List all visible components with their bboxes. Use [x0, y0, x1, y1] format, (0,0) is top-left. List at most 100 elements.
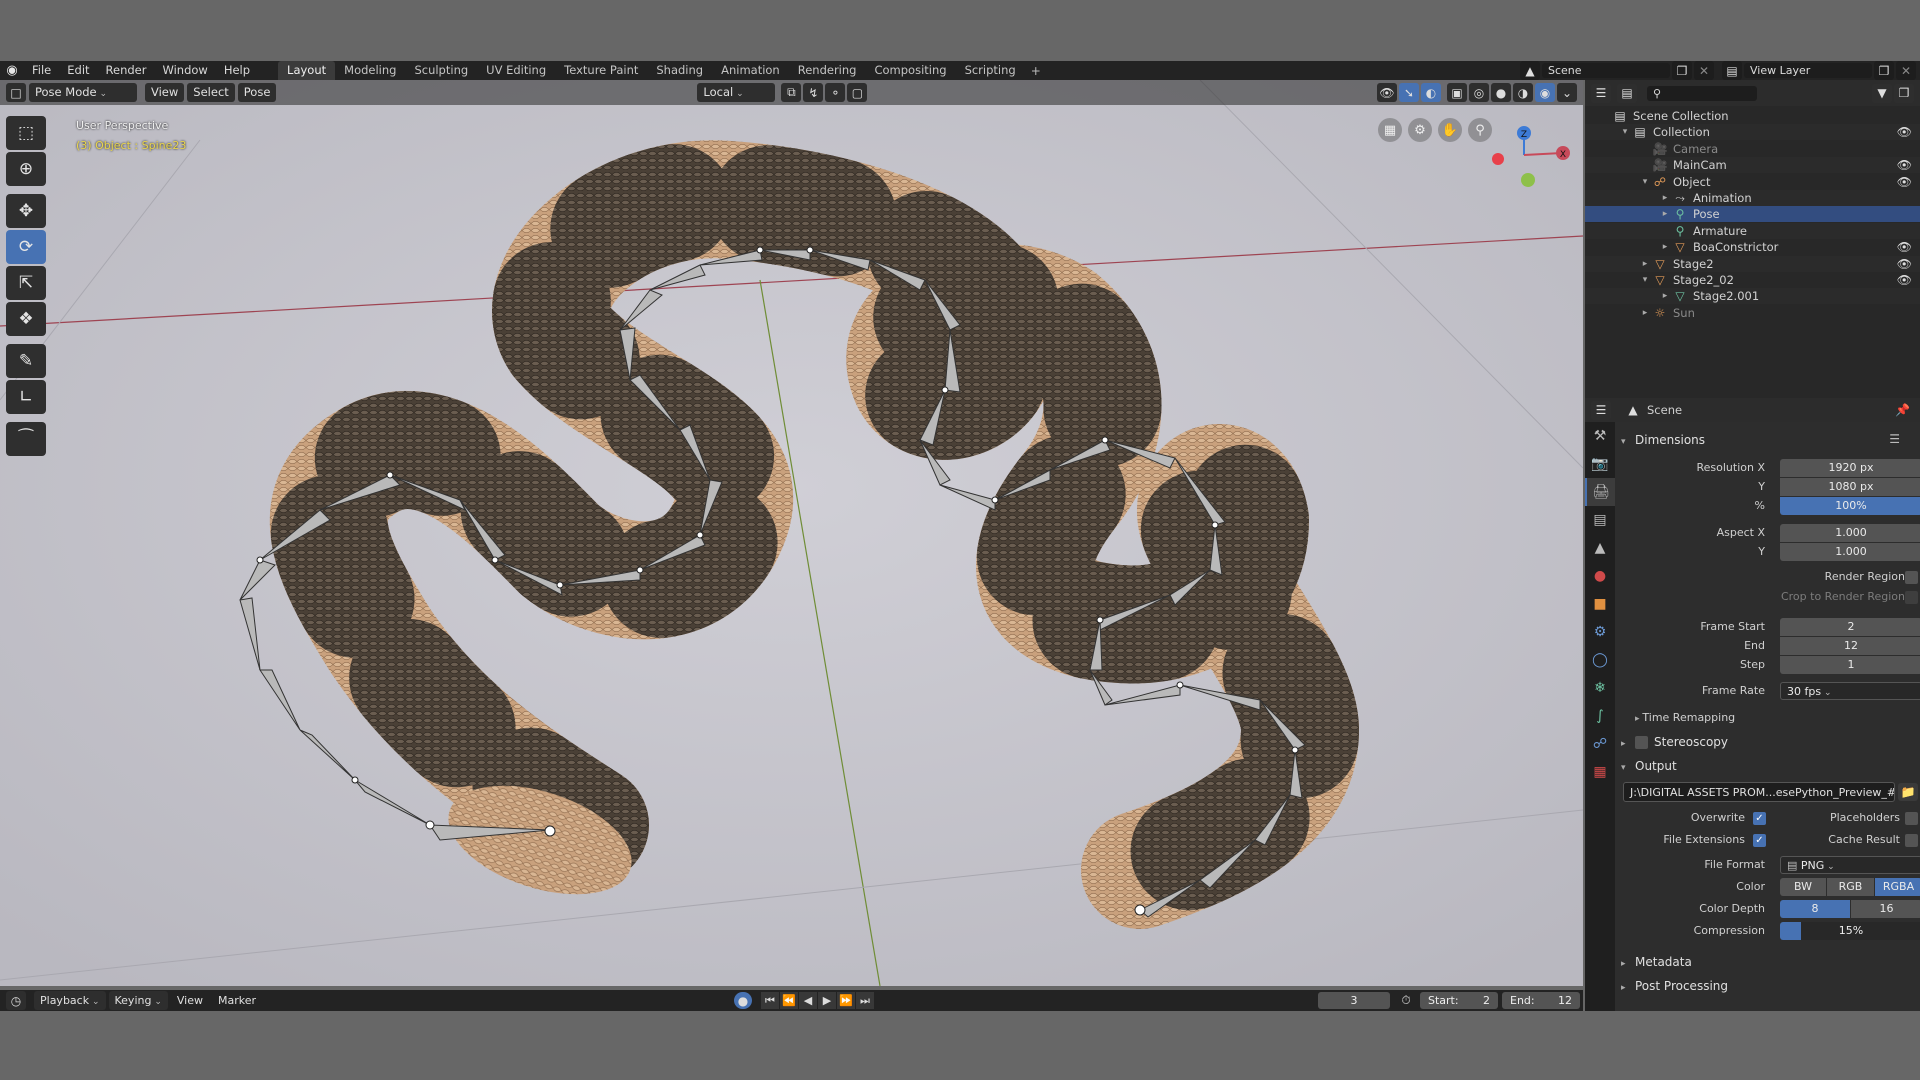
- texture-tab-icon[interactable]: ▦: [1585, 758, 1615, 786]
- physics-tab-icon[interactable]: ◯: [1585, 646, 1615, 674]
- object-constraints-tab-icon[interactable]: ❄: [1585, 674, 1615, 702]
- expand-toggle-icon[interactable]: ▸: [1659, 190, 1671, 206]
- output-tab-icon[interactable]: 🖨: [1585, 478, 1615, 506]
- metadata-panel-header[interactable]: Metadata: [1621, 952, 1692, 972]
- orientation-dropdown[interactable]: Local: [697, 83, 776, 102]
- outliner-row-animation[interactable]: ▸ ⤳ Animation: [1585, 190, 1920, 206]
- frame-end-field[interactable]: 12: [1780, 637, 1920, 655]
- resolution-percent-field[interactable]: 100%: [1780, 497, 1920, 515]
- outliner-row-collection[interactable]: ▾ ▤ Collection 👁: [1585, 124, 1920, 141]
- snap-icon[interactable]: ↯: [803, 83, 824, 102]
- eye-visibility-icon[interactable]: 👁: [1897, 256, 1912, 272]
- eye-visibility-icon[interactable]: 👁: [1897, 124, 1912, 140]
- output-panel-header[interactable]: Output: [1621, 756, 1677, 776]
- menu-edit[interactable]: Edit: [59, 61, 97, 80]
- gizmos-icon[interactable]: ➘: [1399, 83, 1419, 102]
- expand-toggle-icon[interactable]: ▸: [1659, 239, 1671, 255]
- pose-tool-icon[interactable]: ⁀: [6, 422, 46, 456]
- pin-icon[interactable]: 📌: [1895, 403, 1910, 417]
- color-rgb-option[interactable]: RGB: [1827, 878, 1874, 896]
- mode-dropdown[interactable]: Pose Mode: [29, 83, 137, 102]
- dimensions-presets-icon[interactable]: ☰: [1889, 432, 1900, 446]
- outliner-editor-icon[interactable]: ☰: [1591, 83, 1611, 103]
- depth-16-option[interactable]: 16: [1851, 900, 1920, 918]
- scale-icon[interactable]: ⇱: [6, 266, 46, 300]
- modifiers-tab-icon[interactable]: ⚙: [1585, 618, 1615, 646]
- time-remapping-subpanel[interactable]: ▸ Time Remapping: [1635, 709, 1735, 727]
- object-tab-icon[interactable]: ■: [1585, 590, 1615, 618]
- expand-toggle-icon[interactable]: ▸: [1659, 206, 1671, 222]
- 3d-viewport[interactable]: □ Pose Mode View Select Pose Local ⧉ ↯ ⚬…: [0, 80, 1583, 986]
- expand-toggle-icon[interactable]: ▾: [1639, 272, 1651, 288]
- menu-view[interactable]: View: [145, 83, 185, 102]
- view-layer-selector[interactable]: View Layer: [1744, 63, 1872, 78]
- cache-result-checkbox[interactable]: [1905, 834, 1918, 847]
- tab-layout[interactable]: Layout: [278, 61, 336, 80]
- delete-scene-icon[interactable]: ✕: [1694, 61, 1714, 80]
- editor-type-icon[interactable]: □: [6, 83, 26, 102]
- scene-icon[interactable]: ▲: [1520, 61, 1540, 80]
- compression-slider[interactable]: 15%: [1780, 922, 1920, 940]
- outliner-row-stage2-02[interactable]: ▾ ▽ Stage2_02 👁: [1585, 272, 1920, 288]
- jump-keyframe-forward-icon[interactable]: ⏩: [837, 992, 855, 1009]
- preview-range-icon[interactable]: ⏱: [1396, 991, 1416, 1010]
- rendered-shading-icon[interactable]: ◉: [1535, 83, 1555, 102]
- crop-region-checkbox[interactable]: [1905, 591, 1918, 604]
- pose-options-icon[interactable]: ▢: [847, 83, 868, 102]
- timeline-editor-icon[interactable]: ◷: [6, 991, 26, 1010]
- menu-help[interactable]: Help: [216, 61, 258, 80]
- outliner-row-pose[interactable]: ▸ ⚲ Pose: [1585, 206, 1920, 223]
- start-frame-field[interactable]: Start: 2: [1420, 992, 1498, 1009]
- keying-menu[interactable]: Keying: [108, 991, 168, 1010]
- menu-select[interactable]: Select: [187, 83, 235, 102]
- tab-sculpting[interactable]: Sculpting: [405, 61, 477, 80]
- tab-shading[interactable]: Shading: [647, 61, 712, 80]
- tool-tab-icon[interactable]: ⚒: [1585, 422, 1615, 450]
- folder-browse-icon[interactable]: 📁: [1898, 783, 1918, 801]
- filter-icon[interactable]: ▼: [1872, 83, 1892, 103]
- gizmo-neg-x[interactable]: [1492, 153, 1504, 165]
- expand-toggle-icon[interactable]: ▸: [1659, 288, 1671, 304]
- rotate-icon[interactable]: ⟳: [6, 230, 46, 264]
- pivot-point-icon[interactable]: ⧉: [781, 83, 802, 102]
- camera-view-icon[interactable]: ⚙: [1408, 118, 1432, 142]
- select-box-icon[interactable]: ⬚: [6, 116, 46, 150]
- placeholders-checkbox[interactable]: [1905, 812, 1918, 825]
- expand-toggle-icon[interactable]: ▸: [1639, 256, 1651, 272]
- menu-file[interactable]: File: [24, 61, 59, 80]
- expand-toggle-icon[interactable]: ▾: [1619, 124, 1631, 140]
- current-frame-field[interactable]: 3: [1318, 992, 1390, 1009]
- new-view-layer-icon[interactable]: ❐: [1874, 61, 1894, 80]
- jump-start-icon[interactable]: ⏮: [761, 992, 779, 1009]
- tab-animation[interactable]: Animation: [712, 61, 789, 80]
- eye-visibility-icon[interactable]: 👁: [1897, 174, 1912, 190]
- bone-tab-icon[interactable]: ☍: [1585, 730, 1615, 758]
- outliner-search-input[interactable]: ⚲: [1647, 85, 1757, 101]
- outliner-row-object[interactable]: ▾ ☍ Object 👁: [1585, 174, 1920, 190]
- visibility-icon[interactable]: 👁: [1377, 83, 1397, 102]
- frame-start-field[interactable]: 2: [1780, 618, 1920, 636]
- post-processing-panel-header[interactable]: Post Processing: [1621, 976, 1728, 996]
- dimensions-panel-header[interactable]: Dimensions: [1621, 430, 1705, 450]
- gizmo-y-axis[interactable]: [1521, 173, 1535, 187]
- scene-tab-icon[interactable]: ▲: [1585, 534, 1615, 562]
- pan-hand-icon[interactable]: ✋: [1438, 118, 1462, 142]
- tab-texture-paint[interactable]: Texture Paint: [555, 61, 647, 80]
- playback-menu[interactable]: Playback: [34, 991, 106, 1010]
- stereoscopy-panel-header[interactable]: Stereoscopy: [1621, 732, 1728, 752]
- eye-visibility-icon[interactable]: 👁: [1897, 239, 1912, 255]
- shading-options-icon[interactable]: ⌄: [1557, 83, 1577, 102]
- color-bw-option[interactable]: BW: [1780, 878, 1826, 896]
- new-scene-icon[interactable]: ❐: [1672, 61, 1692, 80]
- jump-keyframe-back-icon[interactable]: ⏪: [780, 992, 798, 1009]
- annotate-icon[interactable]: ✎: [6, 344, 46, 378]
- aspect-y-field[interactable]: 1.000: [1780, 543, 1920, 561]
- menu-window[interactable]: Window: [154, 61, 215, 80]
- resolution-x-field[interactable]: 1920 px: [1780, 459, 1920, 477]
- frame-step-field[interactable]: 1: [1780, 656, 1920, 674]
- marker-menu[interactable]: Marker: [212, 991, 262, 1010]
- menu-pose[interactable]: Pose: [237, 83, 277, 102]
- frame-rate-dropdown[interactable]: 30 fps: [1780, 682, 1920, 700]
- outliner-row-armature[interactable]: ⚲ Armature: [1585, 222, 1920, 239]
- solid-shading-icon[interactable]: ●: [1491, 83, 1511, 102]
